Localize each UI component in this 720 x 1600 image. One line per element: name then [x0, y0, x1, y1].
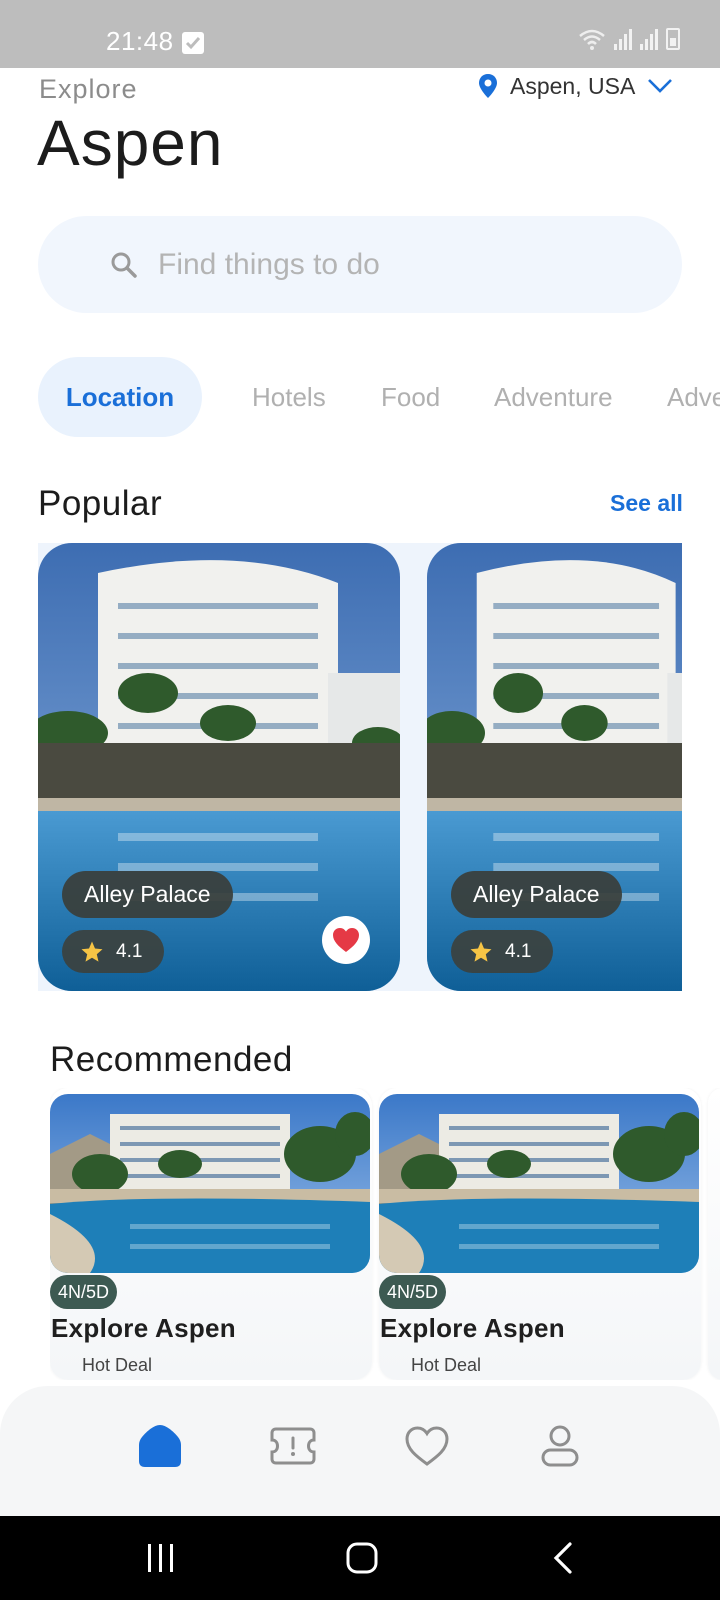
nav-home[interactable]	[136, 1422, 184, 1470]
nav-tickets[interactable]	[269, 1422, 317, 1470]
location-label: Aspen, USA	[510, 72, 636, 99]
hotel-image	[427, 543, 682, 991]
trip-title: Explore Aspen	[380, 1313, 565, 1343]
back-icon[interactable]	[552, 1542, 574, 1574]
tab-adventure-2[interactable]: Adve	[667, 357, 720, 437]
wifi-icon	[579, 29, 605, 50]
favorite-button[interactable]	[322, 916, 370, 964]
status-indicators	[578, 28, 680, 50]
rating-value: 4.1	[116, 940, 143, 962]
location-selector[interactable]: Aspen, USA	[478, 68, 673, 104]
star-icon	[470, 941, 492, 962]
trip-title: Explore Aspen	[51, 1313, 236, 1343]
deal-label: Hot Deal	[82, 1355, 153, 1375]
bottom-navigation	[0, 1386, 720, 1516]
battery-icon	[666, 28, 680, 50]
popular-title: Popular	[38, 484, 163, 523]
deal-label: Hot Deal	[411, 1355, 482, 1375]
page-title: Aspen	[37, 107, 224, 179]
popular-card[interactable]: Alley Palace 4.1	[427, 543, 682, 991]
chevron-down-icon	[648, 79, 673, 93]
status-time: 21:48	[106, 26, 174, 56]
location-pin-icon	[479, 74, 497, 98]
tab-location[interactable]: Location	[38, 357, 202, 437]
home-icon	[139, 1425, 181, 1467]
popular-carousel[interactable]: Alley Palace 4.1 Alley Palace 4.1	[38, 543, 682, 991]
recommended-card[interactable]	[708, 1088, 720, 1380]
notification-check-icon	[182, 32, 204, 54]
star-icon	[81, 941, 103, 962]
hotel-name-badge: Alley Palace	[62, 871, 233, 918]
popular-card[interactable]: Alley Palace 4.1	[38, 543, 400, 991]
system-navigation-bar	[0, 1516, 720, 1600]
search-bar[interactable]	[38, 216, 682, 313]
ticket-icon	[270, 1427, 316, 1465]
heart-icon	[333, 928, 359, 952]
recommended-title: Recommended	[50, 1040, 293, 1079]
hotel-name-badge: Alley Palace	[451, 871, 622, 918]
status-bar: 21:48	[0, 0, 720, 68]
profile-icon	[541, 1425, 579, 1467]
signal-icon	[614, 28, 632, 50]
tab-hotels[interactable]: Hotels	[252, 357, 326, 437]
recommended-card[interactable]: 4N/5D Explore Aspen Hot Deal	[50, 1088, 372, 1380]
search-icon	[111, 252, 137, 278]
rating-value: 4.1	[505, 940, 532, 962]
rating-badge: 4.1	[62, 930, 164, 973]
duration-badge: 4N/5D	[379, 1275, 447, 1309]
category-tabs: Location Hotels Food Adventure Adve	[38, 357, 720, 437]
signal-icon	[640, 28, 658, 50]
search-input[interactable]	[158, 216, 638, 313]
duration-badge: 4N/5D	[50, 1275, 118, 1309]
see-all-link[interactable]: See all	[610, 490, 683, 517]
recommended-carousel[interactable]: 4N/5D Explore Aspen Hot Deal 4N/5D Explo…	[50, 1088, 720, 1380]
nav-profile[interactable]	[536, 1422, 584, 1470]
recommended-card[interactable]: 4N/5D Explore Aspen Hot Deal	[379, 1088, 701, 1380]
nav-favorites[interactable]	[403, 1422, 451, 1470]
tab-food[interactable]: Food	[381, 357, 440, 437]
resort-image	[50, 1094, 370, 1273]
recent-apps-icon[interactable]	[146, 1542, 176, 1574]
tab-adventure[interactable]: Adventure	[494, 357, 613, 437]
explore-label: Explore	[39, 74, 138, 104]
home-button-icon[interactable]	[346, 1542, 378, 1574]
heart-icon	[405, 1426, 449, 1466]
resort-image	[379, 1094, 699, 1273]
rating-badge: 4.1	[451, 930, 553, 973]
